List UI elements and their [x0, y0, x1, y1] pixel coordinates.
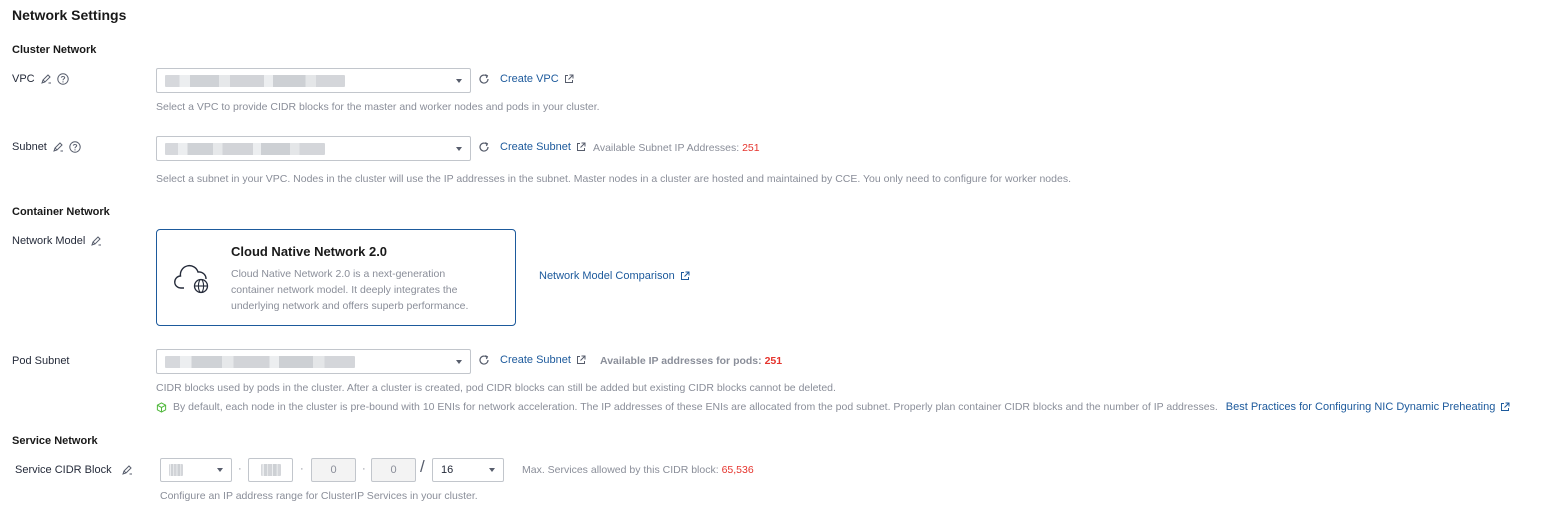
external-link-icon — [576, 142, 586, 151]
service-cidr-label: Service CIDR Block — [15, 464, 112, 476]
help-circle-icon[interactable] — [69, 141, 81, 153]
service-max-label: Max. Services allowed by this CIDR block… — [522, 464, 719, 476]
subnet-label-group: Subnet — [12, 141, 81, 153]
pod-subnet-label: Pod Subnet — [12, 355, 70, 367]
pod-subnet-tip-text: By default, each node in the cluster is … — [173, 401, 1218, 413]
mask-value: 16 — [441, 464, 454, 476]
chevron-down-icon — [489, 468, 495, 472]
subnet-available-ips: Available Subnet IP Addresses: 251 — [593, 142, 760, 154]
nic-preheating-best-practices-link[interactable]: Best Practices for Configuring NIC Dynam… — [1226, 401, 1511, 413]
section-heading-service-network: Service Network — [12, 435, 98, 447]
external-link-icon — [564, 74, 574, 83]
service-max-count: Max. Services allowed by this CIDR block… — [522, 464, 754, 476]
pod-subnet-select[interactable] — [156, 349, 471, 374]
vpc-selected-value-redacted — [165, 74, 345, 87]
network-model-card-cloud-native-2[interactable]: Cloud Native Network 2.0 Cloud Native Ne… — [156, 229, 516, 326]
edit-pen-icon — [53, 142, 63, 152]
external-link-icon — [680, 271, 690, 280]
chevron-down-icon — [456, 359, 462, 364]
external-link-icon — [1501, 402, 1510, 411]
create-pod-subnet-link[interactable]: Create Subnet — [500, 354, 586, 366]
vpc-hint: Select a VPC to provide CIDR blocks for … — [156, 101, 600, 113]
vpc-label-group: VPC — [12, 73, 69, 85]
service-cidr-octet4-input[interactable]: 0 — [371, 458, 416, 482]
page-title: Network Settings — [12, 7, 127, 23]
cloud-network-icon — [174, 264, 209, 294]
chevron-down-icon — [456, 78, 462, 83]
pod-available-label: Available IP addresses for pods: — [600, 355, 762, 367]
service-max-value: 65,536 — [721, 464, 754, 476]
refresh-icon[interactable] — [478, 354, 490, 366]
octet2-value-redacted — [260, 464, 281, 476]
tip-cube-icon — [156, 401, 167, 413]
edit-pen-icon — [91, 236, 102, 246]
external-link-icon — [576, 355, 586, 364]
edit-pen-icon — [121, 465, 132, 475]
pod-subnet-selected-value-redacted — [165, 355, 355, 368]
service-cidr-octet3-input[interactable]: 0 — [311, 458, 356, 482]
network-model-comparison-text[interactable]: Network Model Comparison — [539, 270, 675, 282]
subnet-available-value: 251 — [742, 142, 760, 154]
service-cidr-hint: Configure an IP address range for Cluste… — [160, 490, 478, 502]
pod-available-value: 251 — [764, 355, 783, 367]
pod-subnet-tip: By default, each node in the cluster is … — [156, 401, 1510, 413]
subnet-available-label: Available Subnet IP Addresses: — [593, 142, 740, 154]
section-heading-cluster-network: Cluster Network — [12, 44, 97, 56]
network-model-card-desc: Cloud Native Network 2.0 is a next-gener… — [231, 268, 469, 312]
subnet-select[interactable] — [156, 136, 471, 161]
network-model-card-title: Cloud Native Network 2.0 — [231, 244, 388, 259]
subnet-label: Subnet — [12, 141, 47, 153]
refresh-icon[interactable] — [478, 141, 490, 153]
subnet-hint: Select a subnet in your VPC. Nodes in th… — [156, 173, 1071, 185]
service-cidr-label-group: Service CIDR Block — [15, 464, 133, 476]
service-cidr-mask-select[interactable]: 16 — [432, 458, 504, 482]
octet1-value-redacted — [169, 464, 183, 476]
cidr-slash: / — [420, 457, 425, 476]
vpc-select[interactable] — [156, 68, 471, 93]
create-vpc-link-text[interactable]: Create VPC — [500, 73, 559, 85]
pod-subnet-hint: CIDR blocks used by pods in the cluster.… — [156, 382, 836, 394]
chevron-down-icon — [217, 468, 223, 472]
pod-subnet-label-group: Pod Subnet — [12, 355, 70, 367]
vpc-label: VPC — [12, 73, 35, 85]
section-heading-container-network: Container Network — [12, 206, 110, 218]
create-pod-subnet-link-text[interactable]: Create Subnet — [500, 354, 571, 366]
create-vpc-link[interactable]: Create VPC — [500, 73, 574, 85]
help-circle-icon[interactable] — [56, 73, 69, 85]
chevron-down-icon — [456, 146, 462, 151]
create-subnet-link[interactable]: Create Subnet — [500, 141, 586, 153]
network-model-label: Network Model — [12, 235, 86, 247]
nic-preheating-link-text[interactable]: Best Practices for Configuring NIC Dynam… — [1226, 401, 1496, 413]
subnet-selected-value-redacted — [165, 142, 325, 155]
octet-separator: · — [300, 463, 304, 475]
service-cidr-octet1-select[interactable] — [160, 458, 232, 482]
octet-separator: · — [362, 463, 366, 475]
refresh-icon[interactable] — [478, 73, 490, 85]
pod-available-ips: Available IP addresses for pods: 251 — [600, 355, 782, 367]
create-subnet-link-text[interactable]: Create Subnet — [500, 141, 571, 153]
network-model-comparison-link[interactable]: Network Model Comparison — [539, 270, 690, 282]
network-model-label-group: Network Model — [12, 235, 102, 247]
service-cidr-octet2-input[interactable] — [248, 458, 293, 482]
edit-pen-icon — [40, 74, 51, 84]
octet-separator: · — [238, 463, 242, 475]
